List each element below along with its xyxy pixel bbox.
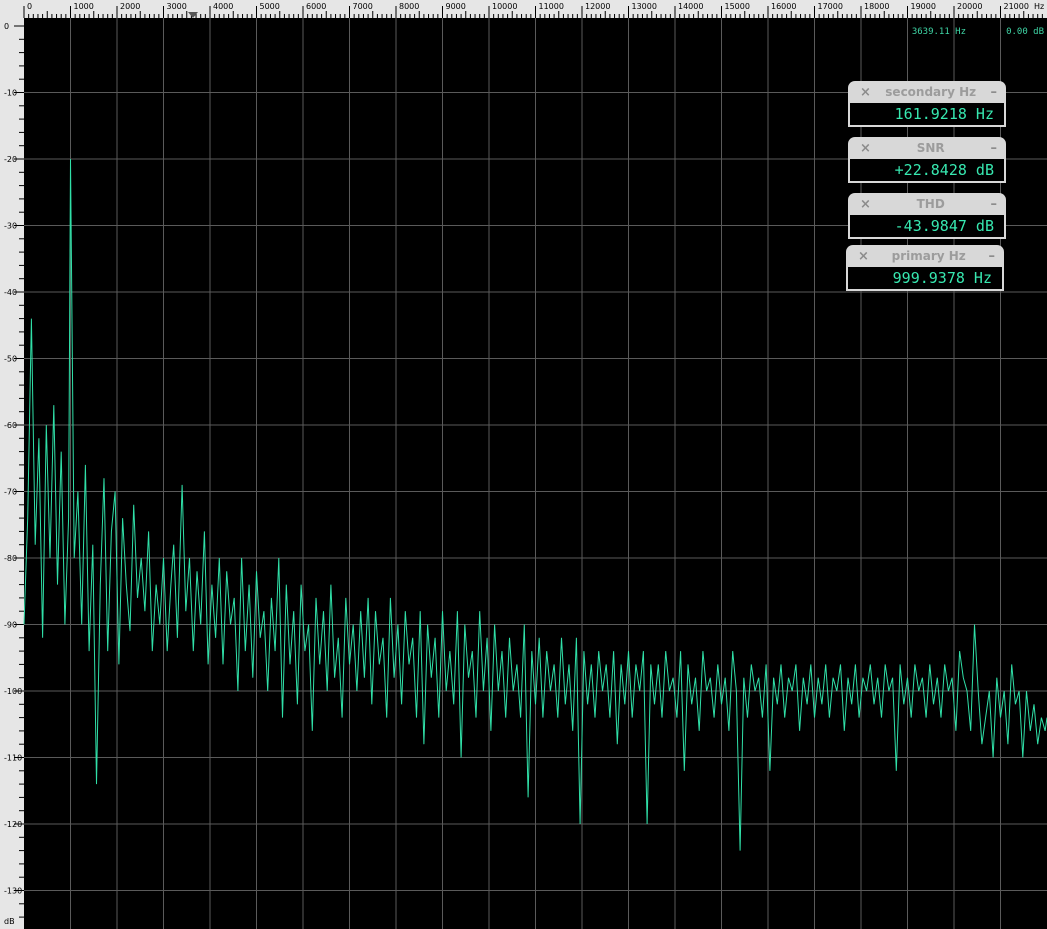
meter-snr: × SNR – +22.8428 dB xyxy=(848,137,1006,183)
x-tick-label: 16000 xyxy=(771,2,796,11)
x-unit-label: Hz xyxy=(1034,2,1044,11)
x-tick-label: 10000 xyxy=(492,2,517,11)
meter-title: THD xyxy=(916,197,945,211)
meter-secondary-hz: × secondary Hz – 161.9218 Hz xyxy=(848,81,1006,127)
x-tick-label: 12000 xyxy=(585,2,610,11)
meter-value: -43.9847 dB xyxy=(848,215,1006,239)
y-tick-label: -110 xyxy=(4,754,22,763)
x-tick-label: 17000 xyxy=(818,2,843,11)
x-tick-label: 15000 xyxy=(725,2,750,11)
close-icon[interactable]: × xyxy=(860,141,871,156)
x-tick-label: 7000 xyxy=(353,2,373,11)
y-tick-label: -30 xyxy=(4,222,17,231)
x-tick-label: 21000 xyxy=(1004,2,1029,11)
x-tick-label: 11000 xyxy=(539,2,564,11)
close-icon[interactable]: × xyxy=(860,85,871,100)
meter-title: secondary Hz xyxy=(885,85,977,99)
x-tick-label: 1000 xyxy=(74,2,94,11)
spectrum-analyzer: 0 1000 2000 3000 4000 5000 6000 7000 8000 9000 100… xyxy=(0,0,1047,929)
close-icon[interactable]: × xyxy=(858,249,869,264)
meter-header[interactable]: × primary Hz – xyxy=(846,245,1004,267)
x-tick-label: 6000 xyxy=(306,2,326,11)
y-tick-label: -10 xyxy=(4,89,17,98)
x-tick-label: 9000 xyxy=(446,2,466,11)
y-tick-label: -130 xyxy=(4,887,22,896)
readout-level: 0.00 dB xyxy=(1006,27,1044,37)
meter-value: 161.9218 Hz xyxy=(848,103,1006,127)
x-tick-label: 8000 xyxy=(399,2,419,11)
minimize-icon[interactable]: – xyxy=(988,249,995,264)
y-tick-label: -50 xyxy=(4,355,17,364)
meter-value: +22.8428 dB xyxy=(848,159,1006,183)
x-tick-label: 18000 xyxy=(864,2,889,11)
x-tick-label: 2000 xyxy=(120,2,140,11)
minimize-icon[interactable]: – xyxy=(990,85,997,100)
minimize-icon[interactable]: – xyxy=(991,141,998,156)
meter-header[interactable]: × THD – xyxy=(848,193,1006,215)
top-ruler[interactable] xyxy=(0,0,1047,18)
x-tick-label: 0 xyxy=(27,2,32,11)
y-tick-label: -40 xyxy=(4,288,17,297)
meter-primary-hz: × primary Hz – 999.9378 Hz xyxy=(846,245,1004,291)
y-tick-label: -60 xyxy=(4,421,17,430)
y-tick-label: -20 xyxy=(4,155,17,164)
x-tick-label: 4000 xyxy=(213,2,233,11)
y-tick-label: -90 xyxy=(4,621,17,630)
y-tick-label: -100 xyxy=(4,687,22,696)
x-tick-label: 13000 xyxy=(632,2,657,11)
meter-value: 999.9378 Hz xyxy=(846,267,1004,291)
x-tick-label: 3000 xyxy=(167,2,187,11)
y-tick-label: 0 xyxy=(4,22,9,31)
minimize-icon[interactable]: – xyxy=(990,197,997,212)
close-icon[interactable]: × xyxy=(860,197,871,212)
readout-frequency: 3639.11 Hz xyxy=(912,27,966,37)
x-tick-label: 19000 xyxy=(911,2,936,11)
meter-thd: × THD – -43.9847 dB xyxy=(848,193,1006,239)
y-tick-label: -80 xyxy=(4,554,17,563)
meter-title: primary Hz xyxy=(891,249,966,263)
y-tick-label: -70 xyxy=(4,488,17,497)
x-tick-label: 14000 xyxy=(678,2,703,11)
meter-header[interactable]: × secondary Hz – xyxy=(848,81,1006,103)
meter-header[interactable]: × SNR – xyxy=(848,137,1006,159)
y-unit-label: dB xyxy=(4,917,15,926)
x-tick-label: 5000 xyxy=(260,2,280,11)
meter-title: SNR xyxy=(916,141,945,155)
x-tick-label: 20000 xyxy=(957,2,982,11)
y-tick-label: -120 xyxy=(4,820,22,829)
